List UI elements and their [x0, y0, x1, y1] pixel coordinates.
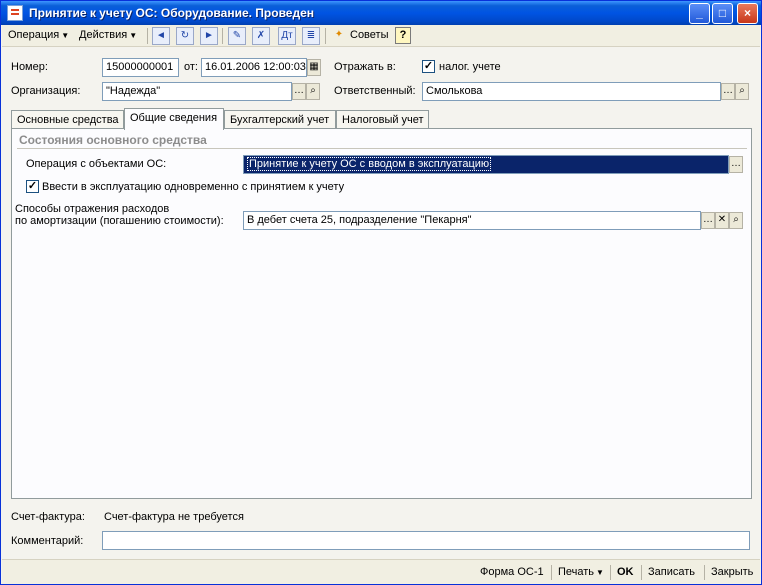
toolbar-separator: [222, 28, 223, 44]
operation-field[interactable]: Принятие к учету ОС с вводом в эксплуата…: [243, 155, 729, 174]
number-field[interactable]: 15000000001: [102, 58, 179, 77]
toolbar-separator: [147, 28, 148, 44]
close-button[interactable]: Закрыть: [711, 566, 753, 578]
title-bar[interactable]: Принятие к учету ОС: Оборудование. Прове…: [1, 1, 761, 25]
reflect-label: Отражать в:: [334, 61, 396, 73]
group-divider: [17, 148, 747, 149]
forward-icon[interactable]: ►: [200, 27, 218, 45]
actions-menu[interactable]: Действия ▼: [79, 29, 137, 41]
organization-label: Организация:: [11, 85, 81, 97]
document-icon: [7, 5, 23, 21]
commission-checkbox[interactable]: ✓: [26, 180, 39, 193]
operation-select-button[interactable]: …: [729, 156, 743, 173]
organization-field[interactable]: "Надежда": [102, 82, 292, 101]
tips-icon: ✦: [334, 29, 344, 40]
ok-button[interactable]: OK: [617, 566, 634, 578]
date-field[interactable]: 16.01.2006 12:00:03: [201, 58, 307, 77]
comment-field[interactable]: [102, 531, 750, 550]
operation-menu[interactable]: Операция ▼: [8, 29, 69, 41]
form-os1-button[interactable]: Форма ОС-1: [480, 566, 544, 578]
report-icon[interactable]: ≣: [302, 27, 320, 45]
tax-accounting-checkbox[interactable]: ✓: [422, 60, 435, 73]
help-button[interactable]: ?: [395, 27, 411, 44]
invoice-label: Счет-фактура:: [11, 511, 85, 523]
organization-select-button[interactable]: …: [292, 83, 306, 100]
command-separator: [641, 565, 642, 580]
expense-method-select-button[interactable]: …: [701, 212, 715, 229]
responsible-field[interactable]: Смолькова: [422, 82, 721, 101]
back-icon[interactable]: ◄: [152, 27, 170, 45]
tips-button[interactable]: Советы: [350, 29, 388, 41]
document-post-icon[interactable]: ✎: [228, 27, 246, 45]
document-window: Принятие к учету ОС: Оборудование. Прове…: [0, 0, 762, 585]
responsible-open-icon[interactable]: ⌕: [735, 83, 749, 100]
expense-method-label-line2: по амортизации (погашению стоимости):: [15, 215, 224, 227]
window-title: Принятие к учету ОС: Оборудование. Прове…: [29, 6, 314, 20]
debit-credit-icon[interactable]: Дт: [278, 27, 296, 45]
operation-label: Операция с объектами ОС:: [26, 158, 167, 170]
minimize-button[interactable]: _: [689, 3, 710, 24]
tax-accounting-label: налог. учете: [439, 61, 501, 73]
command-separator: [704, 565, 705, 580]
maximize-button[interactable]: □: [712, 3, 733, 24]
responsible-label: Ответственный:: [334, 85, 416, 97]
general-info-panel: Состояния основного средства Операция с …: [11, 128, 752, 499]
comment-label: Комментарий:: [11, 535, 84, 547]
expense-method-label-line1: Способы отражения расходов: [15, 203, 170, 215]
tab-accounting[interactable]: Бухгалтерский учет: [224, 110, 336, 129]
document-cancel-icon[interactable]: ✗: [252, 27, 270, 45]
expense-method-field[interactable]: В дебет счета 25, подразделение "Пекарня…: [243, 211, 701, 230]
menu-bar: Операция ▼ Действия ▼ ◄ ↻ ► ✎ ✗ Дт ≣ ✦ Сов…: [2, 25, 760, 47]
toolbar-separator: [325, 28, 326, 44]
expense-method-open-icon[interactable]: ⌕: [729, 212, 743, 229]
invoice-value[interactable]: Счет-фактура не требуется: [104, 511, 244, 523]
commission-label: Ввести в эксплуатацию одновременно с при…: [42, 181, 345, 193]
asset-state-group-title: Состояния основного средства: [19, 133, 207, 147]
save-button[interactable]: Записать: [648, 566, 695, 578]
print-button[interactable]: Печать ▼: [558, 566, 604, 578]
tab-general-info[interactable]: Общие сведения: [124, 108, 224, 130]
command-bar: Форма ОС-1 Печать ▼ OK Записать Закрыть: [2, 559, 760, 584]
organization-open-icon[interactable]: ⌕: [306, 83, 320, 100]
refresh-icon[interactable]: ↻: [176, 27, 194, 45]
calendar-icon[interactable]: ▦: [307, 59, 321, 76]
tab-tax-accounting[interactable]: Налоговый учет: [336, 110, 429, 129]
tab-fixed-assets[interactable]: Основные средства: [11, 110, 124, 129]
responsible-select-button[interactable]: …: [721, 83, 735, 100]
command-separator: [551, 565, 552, 580]
close-window-button[interactable]: ×: [737, 3, 758, 24]
number-label: Номер:: [11, 61, 48, 73]
clear-icon[interactable]: ✕: [715, 212, 729, 229]
command-separator: [610, 565, 611, 580]
date-label: от:: [184, 61, 198, 73]
